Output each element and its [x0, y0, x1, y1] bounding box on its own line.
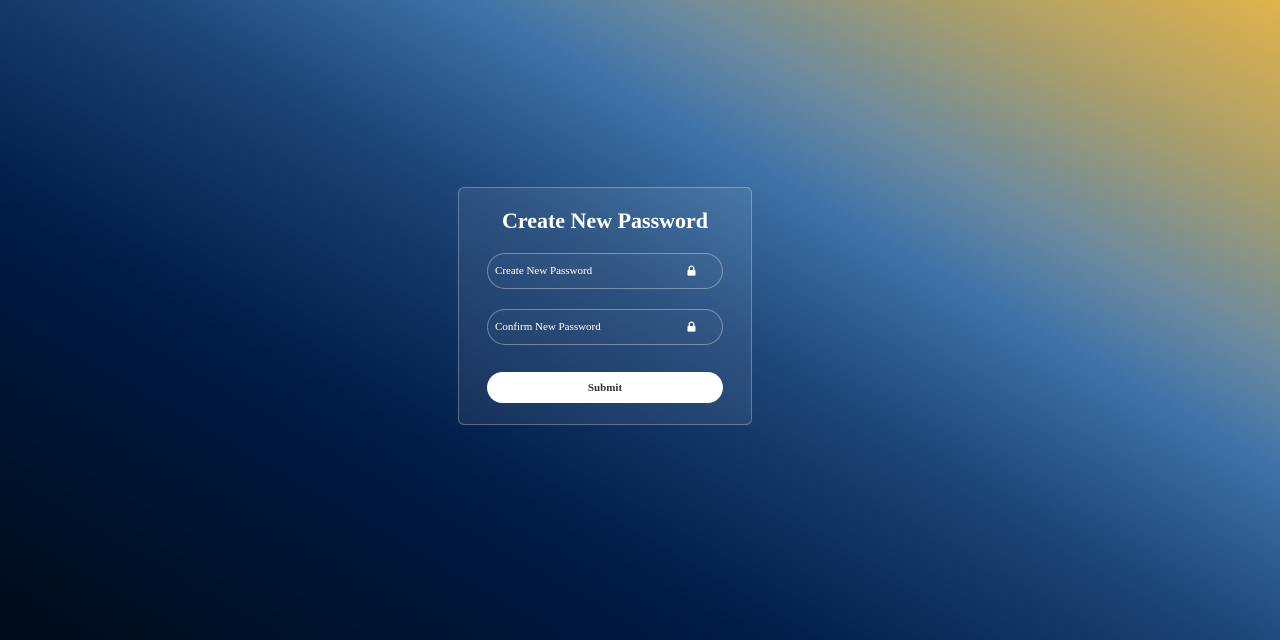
new-password-input[interactable] [495, 254, 685, 288]
page-background: { "form": { "title": "Create New Passwor… [0, 0, 1280, 640]
lock-icon [687, 265, 696, 276]
new-password-field[interactable] [487, 253, 723, 289]
confirm-password-input[interactable] [495, 310, 685, 344]
submit-button[interactable]: Submit [487, 372, 723, 403]
confirm-password-field[interactable] [487, 309, 723, 345]
lock-icon [687, 321, 696, 332]
form-title: Create New Password [501, 208, 709, 233]
password-form-card: Create New Password Submit [458, 187, 752, 425]
